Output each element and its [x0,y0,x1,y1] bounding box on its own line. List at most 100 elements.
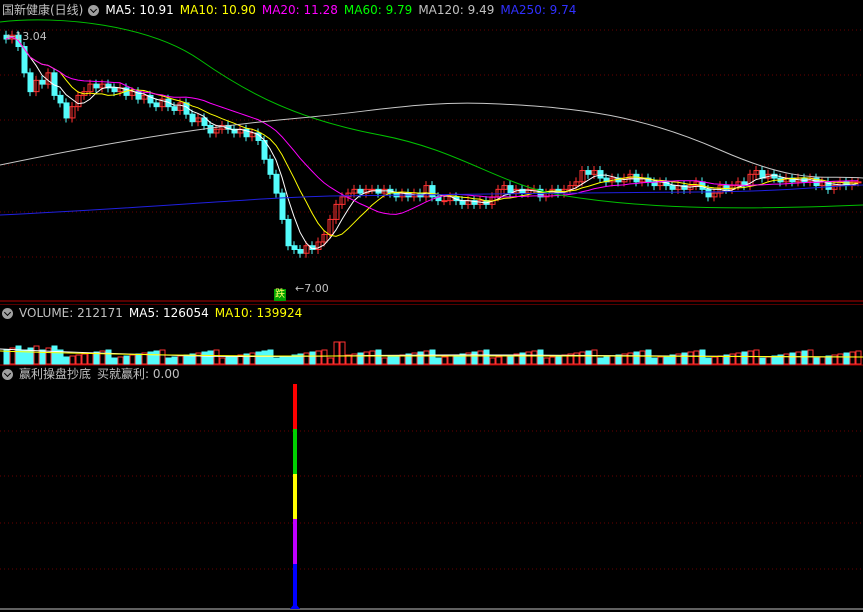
price-header: 国新健康(日线) MA5: 10.91 MA10: 10.90 MA20: 11… [2,2,582,18]
volume-bar [771,355,778,365]
candle-body [357,188,364,194]
low-price-annotation: ←7.00 [295,282,329,295]
high-price-label: 13.04 [15,30,47,43]
volume-bar [597,357,604,365]
volume-bar [279,356,286,365]
volume-bar [117,356,124,365]
volume-bar [555,355,562,365]
volume-bar [33,345,40,365]
volume-bar [75,354,82,365]
volume-bar [687,351,694,365]
volume-bar [633,351,640,365]
volume-panel[interactable]: VOLUME: 212171 MA5: 126054 MA10: 139924 [0,304,863,366]
ma5-label: MA5: 10.91 [105,3,174,17]
volume-bar [813,357,820,365]
candle-body [585,170,592,175]
volume-bar [423,350,430,365]
volume-bar [747,350,754,365]
volume-bar [363,351,370,365]
candle-body [297,248,304,254]
candle-body [63,102,70,119]
volume-bar [321,349,328,365]
signal-bar-segment [293,429,297,474]
ma60-line [0,19,863,209]
volume-bar [603,356,610,365]
candlestick-chart[interactable] [0,0,863,302]
volume-bar [63,356,70,365]
volume-bar [3,349,10,365]
candle-body [441,200,448,203]
volume-bar [87,352,94,365]
candle-body [669,185,676,190]
signal-bar-segment [293,519,297,564]
volume-bar [531,350,538,365]
volume-bar [219,357,226,365]
volume-ma10-label: MA10: 139924 [214,306,303,320]
chevron-down-icon[interactable] [88,4,100,16]
indicator-value: 买就赢利: 0.00 [97,367,180,381]
ma120-line [0,102,863,179]
volume-bar [729,353,736,365]
volume-bar [285,355,292,365]
candle-body [267,158,274,175]
volume-bar [435,357,442,365]
stock-title: 国新健康(日线) [2,3,84,17]
volume-label: VOLUME: 212171 [19,306,123,320]
signal-bar-segment [293,384,297,429]
volume-bar [663,355,670,365]
candle-body [369,188,376,191]
volume-bar [639,350,646,365]
volume-bar [375,349,382,365]
volume-bar [303,352,310,365]
low-price-label: 7.00 [304,282,329,295]
volume-bar [165,357,172,365]
ma20-label: MA20: 11.28 [261,3,338,17]
indicator-header: 赢利操盘抄底 买就赢利: 0.00 [2,366,186,382]
candle-body [855,181,862,184]
volume-bar [417,351,424,365]
volume-bar [129,354,136,365]
volume-bar [789,352,796,365]
candle-body [291,245,298,250]
volume-bar [783,353,790,365]
volume-bar [45,347,52,365]
volume-bar [159,349,166,365]
price-panel[interactable]: 国新健康(日线) MA5: 10.91 MA10: 10.90 MA20: 11… [0,0,863,302]
candle-body [111,87,118,93]
signal-bar-tip [290,603,300,609]
candle-body [273,173,280,194]
volume-bar [705,357,712,365]
candle-body [189,113,196,123]
volume-bar [717,355,724,365]
volume-bar [177,355,184,365]
volume-bar [51,345,58,365]
ma5-line [5,36,859,250]
volume-bar [153,350,160,365]
volume-bar [393,355,400,365]
volume-bar [135,353,142,365]
chevron-down-icon[interactable] [2,368,13,380]
indicator-panel[interactable]: 赢利操盘抄底 买就赢利: 0.00 [0,366,863,612]
volume-bar [69,355,76,365]
volume-bar [609,355,616,365]
candle-body [597,170,604,179]
volume-ma5-label: MA5: 126054 [128,306,209,320]
volume-bar [231,355,238,365]
volume-bar [591,349,598,365]
signal-bar-segment [293,474,297,519]
indicator-chart[interactable] [0,366,863,612]
candle-body [279,192,286,220]
volume-bar [819,356,826,365]
volume-bar [483,349,490,365]
volume-bar [267,349,274,365]
volume-bar [525,351,532,365]
volume-bar [447,355,454,365]
volume-bar [261,350,268,365]
volume-bar [645,349,652,365]
volume-bar [711,356,718,365]
volume-bar [495,356,502,365]
ma250-label: MA250: 9.74 [500,3,577,17]
volume-bar [837,353,844,365]
volume-bar [681,352,688,365]
chevron-down-icon[interactable] [2,307,13,319]
